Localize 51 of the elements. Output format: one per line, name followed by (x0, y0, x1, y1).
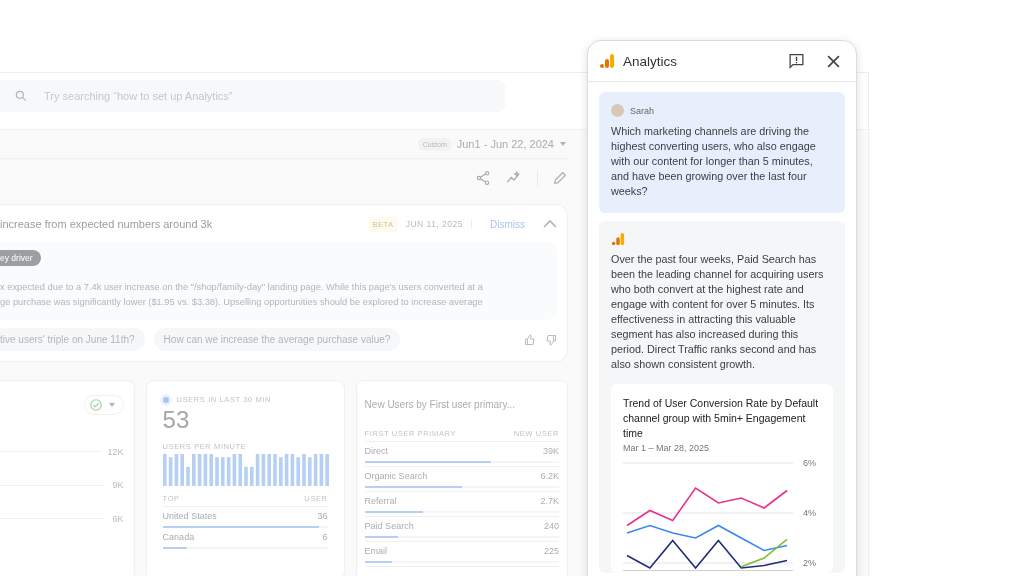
table-cell: 6.2K (540, 471, 559, 481)
feedback-icon[interactable] (788, 53, 805, 69)
table-cell: Organic Search (364, 471, 428, 481)
edit-icon[interactable] (552, 170, 568, 186)
table-cell: Email (364, 546, 388, 556)
share-icon[interactable] (475, 170, 491, 186)
table-cell: Referral (364, 496, 397, 506)
key-driver-tag: ey driver (0, 250, 41, 266)
analytics-logo-icon (611, 232, 625, 246)
insight-text: x expected due to a 7.4k user increase on the "/shop/family-day" landing page. While this page's users converted at a (0, 281, 484, 294)
message-text: Which marketing channels are driving the highest converting users, who also engage with our content for longer than 5 minutes, and have been growing over the last four weeks? (611, 124, 817, 199)
analytics-logo-icon (599, 53, 615, 69)
table-cell: Direct (364, 446, 389, 456)
status-dropdown[interactable] (83, 395, 124, 415)
check-circle-icon (88, 398, 103, 412)
table-cell: 2.7K (540, 496, 559, 506)
message-text: Over the past four weeks, Paid Search has been the leading channel for acquiring users who both convert at the highest rate and engage with content for over 5 minutes. Its effectiveness in attracting this valuable segment has also increased during this period. Direct Traffic ranks second and has also shown consistent growth. (611, 252, 825, 372)
axis-tick-label: 4% (803, 508, 816, 518)
table-cell: 240 (543, 521, 559, 531)
user-count: 53 (162, 406, 191, 434)
table-cell: 36 (317, 511, 328, 521)
search-icon (14, 89, 28, 103)
table-cell: Canada (162, 532, 195, 542)
close-icon[interactable] (827, 54, 840, 68)
live-dot-icon (162, 396, 169, 403)
table-cell: 225 (543, 546, 559, 556)
thumbs-down-icon[interactable] (545, 333, 557, 346)
insight-text: ge purchase was significantly lower ($1.95 vs. $3.38). Upselling opportunities should be explored to increase average (0, 296, 484, 309)
suggestion-chip[interactable]: tive users' triple on June 11th? (0, 328, 145, 351)
chart-title: Trend of User Conversion Rate by Default channel group with 5min+ Engagement time (623, 396, 820, 441)
chart-date-range: Mar 1 – Mar 28, 2025 (623, 443, 711, 453)
axis-tick-label: 12K (107, 446, 124, 457)
table-cell: Paid Search (364, 521, 414, 531)
dismiss-button[interactable]: Dismiss (480, 216, 535, 232)
card-title: New Users by First user primary... (364, 399, 516, 410)
axis-tick-label: 2% (803, 558, 816, 568)
avatar (611, 104, 624, 117)
axis-tick-label: 6K (112, 513, 124, 524)
panel-title: Analytics (623, 53, 678, 69)
table-cell: 6 (322, 532, 328, 542)
date-range-dropdown[interactable]: Jun1 - Jun 22, 2024 (454, 134, 568, 154)
suggestion-chip[interactable]: How can we increase the average purchase value? (153, 328, 401, 351)
table-cell: 39K (543, 446, 559, 456)
table-cell: United States (162, 511, 217, 521)
axis-tick-label: 9K (112, 480, 124, 491)
author-name: Sarah (630, 105, 655, 116)
chevron-up-icon[interactable] (543, 219, 557, 229)
insight-title: increase from expected numbers around 3k (0, 218, 214, 230)
insight-date: JUN 11, 2025 (405, 219, 472, 229)
axis-tick-label: 6% (803, 458, 816, 468)
thumbs-up-icon[interactable] (524, 333, 536, 346)
